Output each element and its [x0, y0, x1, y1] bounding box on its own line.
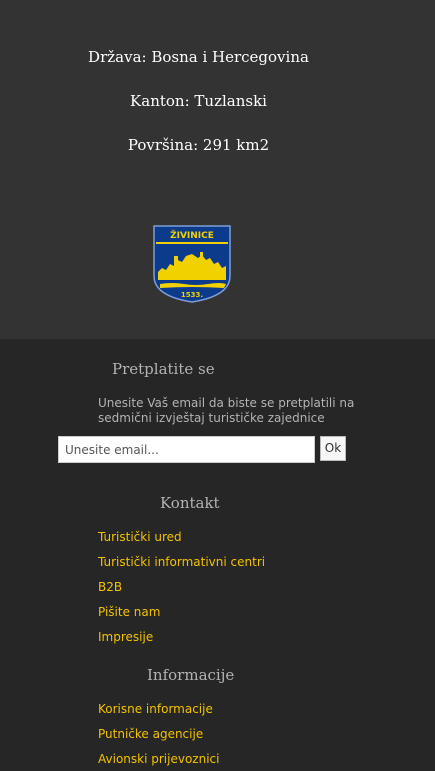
subscribe-heading: Pretplatite se	[112, 360, 215, 378]
link-travel-agencies[interactable]: Putničke agencije	[98, 726, 203, 742]
canton-text: Kanton: Tuzlanski	[130, 92, 267, 110]
ok-button[interactable]: Ok	[320, 436, 346, 461]
municipality-info-section: Država: Bosna i Hercegovina Kanton: Tuzl…	[0, 0, 435, 339]
email-input[interactable]	[58, 436, 315, 463]
link-useful-info[interactable]: Korisne informacije	[98, 701, 213, 717]
link-tourist-info-centers[interactable]: Turistički informativni centri	[98, 554, 265, 570]
link-airlines[interactable]: Avionski prijevoznici	[98, 751, 219, 767]
link-tourist-office[interactable]: Turistički ured	[98, 529, 182, 545]
link-b2b[interactable]: B2B	[98, 579, 122, 595]
zivinice-coat-of-arms: ŽIVINICE 1533.	[152, 224, 232, 304]
link-write-to-us[interactable]: Pišite nam	[98, 604, 160, 620]
crest-year-text: 1533.	[181, 291, 203, 299]
link-impressions[interactable]: Impresije	[98, 629, 153, 645]
subscribe-description: Unesite Vaš email da biste se pretplatil…	[98, 396, 355, 425]
country-text: Država: Bosna i Hercegovina	[88, 48, 309, 66]
crest-banner-text: ŽIVINICE	[170, 229, 214, 241]
coat-of-arms-icon: ŽIVINICE 1533.	[153, 225, 231, 303]
area-text: Površina: 291 km2	[127, 136, 270, 154]
contact-heading: Kontakt	[160, 494, 220, 512]
information-heading: Informacije	[147, 666, 235, 684]
